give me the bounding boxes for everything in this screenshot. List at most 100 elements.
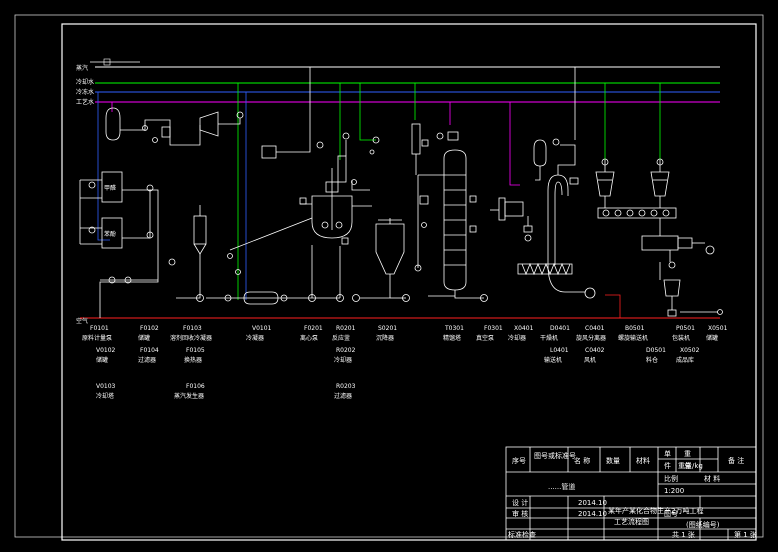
small-drum [533, 139, 547, 167]
column-section [411, 123, 488, 302]
settler-tank [375, 223, 405, 275]
equipment-tag: L0401 [550, 347, 569, 354]
equipment-tag: R0203 [336, 383, 356, 390]
equipment-name: 溶剂回收冷凝器 [170, 334, 212, 342]
tb-pipe-note: ......管道 [548, 482, 575, 491]
equipment-tag: B0501 [625, 325, 645, 332]
tb-scale-value: 1:200 [664, 487, 684, 495]
tb-weight-unit: 重量/kg [678, 462, 703, 470]
utility-headers: 蒸汽 冷却水 冷冻水 工艺水 [76, 58, 720, 106]
equipment-name: 冷却塔 [96, 392, 114, 400]
equipment-row-2: V0102 储罐 F0104 过滤器 F0105 换热器 R0202 冷却器 L… [96, 347, 700, 364]
refrigerant-header-label: 冷冻水 [76, 88, 94, 96]
settler-section [352, 218, 422, 302]
equipment-name: 过滤器 [334, 392, 352, 400]
equipment-name: 过滤器 [138, 356, 156, 364]
equipment-tag: S0201 [378, 325, 397, 332]
equipment-tag: T0301 [444, 325, 464, 332]
equipment-tag: F0103 [183, 325, 202, 332]
dryer-section [490, 138, 723, 317]
equipment-name: 真空泵 [476, 334, 494, 342]
equipment-name: 成品库 [676, 356, 694, 364]
tb-drawing-number-value: (图纸编号) [686, 520, 720, 529]
tb-header-material: 材料 [636, 456, 650, 465]
equipment-name: 冷却器 [334, 356, 352, 364]
equipment-tag: F0201 [304, 325, 323, 332]
equipment-name: 料仓 [646, 356, 658, 364]
dryer-duct [547, 174, 569, 265]
equipment-tag: V0103 [96, 383, 116, 390]
tb-drawing-title-2: 工艺流程图 [614, 517, 649, 526]
equipment-tag: X0502 [680, 347, 700, 354]
equipment-tag: X0401 [514, 325, 534, 332]
equipment-name: 螺旋输送机 [618, 334, 648, 342]
tb-header-name: 名 称 [574, 456, 590, 465]
equipment-name: 干燥机 [540, 334, 558, 342]
equipment-tag: F0101 [90, 325, 109, 332]
tb-drawing-number-label: 图号 [664, 510, 678, 518]
equipment-name: 精馏塔 [443, 334, 461, 342]
tb-header-drawing-no: 图号或标准号 [534, 451, 576, 460]
tank-upper-label: 甲醛 [104, 184, 116, 192]
feed-section [79, 107, 244, 318]
tb-sheet-no: 第 1 张 [734, 530, 757, 539]
steam-header-label: 蒸汽 [76, 64, 88, 72]
process-flow-diagram: 蒸汽 冷却水 冷冻水 工艺水 空气 甲醛 苯酚 F0101 原料计量泵 F010… [14, 14, 764, 541]
air-line-label: 空气 [76, 317, 88, 325]
equipment-name: 储罐 [706, 334, 718, 342]
equipment-tag: F0301 [484, 325, 503, 332]
steam-box [261, 145, 277, 159]
equipment-tag: P0501 [676, 325, 695, 332]
equipment-name: 旋风分离器 [576, 334, 606, 342]
equipment-name: 冷却器 [508, 334, 526, 342]
tb-header-total-weight: 重 [684, 450, 691, 458]
equipment-name: 输送机 [544, 356, 562, 364]
equipment-tag: C0402 [585, 347, 605, 354]
equipment-name: 储罐 [96, 356, 108, 364]
equipment-name: 沉降器 [376, 334, 394, 342]
equipment-tag: F0102 [140, 325, 159, 332]
equipment-tag: C0401 [585, 325, 605, 332]
tb-approver-label: 标准检查 [508, 530, 536, 539]
tb-header-qty: 数量 [606, 456, 620, 465]
filter-column [193, 215, 207, 245]
equipment-tag: D0401 [550, 325, 570, 332]
equipment-name: 离心泵 [300, 334, 318, 342]
tb-date-1: 2014.10 [578, 499, 607, 507]
overhead-condenser [411, 123, 421, 155]
equipment-name: 原料计量泵 [82, 334, 112, 342]
equipment-name: 包装机 [672, 334, 690, 342]
tb-checker-label: 审 核 [512, 509, 528, 518]
belt-conveyor [597, 207, 677, 219]
feed-transfer-line [229, 217, 313, 251]
equipment-name: 换热器 [184, 356, 202, 364]
packing-hopper [663, 279, 681, 297]
equipment-name: 风机 [584, 356, 596, 364]
tb-designer-label: 设 计 [512, 498, 528, 507]
tb-date-2: 2014.10 [578, 510, 607, 518]
reactor-section [168, 132, 380, 305]
compressor [199, 111, 219, 137]
equipment-name: 反应釜 [332, 334, 350, 342]
title-block-text: 序号 图号或标准号 名 称 数量 材料 单 重 备 注 件 总 重量/kg 比例… [508, 449, 757, 539]
equipment-row-3: V0103 冷却塔 F0106 蒸汽发生器 R0203 过滤器 [96, 383, 356, 400]
vacuum-pump [504, 201, 524, 217]
tb-drawing-title-1: 某年产某化合物生产2万吨工程 [608, 506, 703, 515]
tb-header-unit: 单 [664, 449, 671, 458]
tb-sub-piece: 件 [664, 461, 671, 470]
pump-p1 [88, 181, 96, 189]
equipment-tag: F0106 [186, 383, 205, 390]
tank-lower-label: 苯酚 [104, 230, 116, 238]
equipment-tag: R0201 [336, 325, 356, 332]
equipment-tag: F0104 [140, 347, 159, 354]
equipment-tag: X0501 [708, 325, 728, 332]
outer-frame [14, 14, 764, 538]
equipment-tag: R0202 [336, 347, 356, 354]
equipment-tag: V0102 [96, 347, 116, 354]
tb-sheet-total: 共 1 张 [672, 530, 695, 539]
equipment-name: 冷凝器 [246, 334, 264, 342]
cooler-box [641, 235, 679, 251]
equipment-tag: V0101 [252, 325, 272, 332]
tb-material-label: 材 料 [704, 474, 720, 483]
tb-header-no: 序号 [512, 456, 526, 465]
